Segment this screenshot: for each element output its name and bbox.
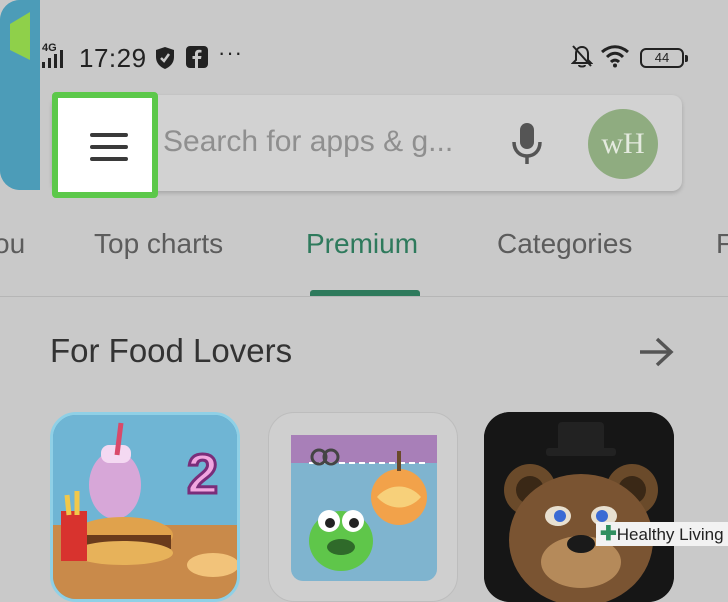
tab-premium[interactable]: Premium [306,228,418,260]
mute-bell-icon [571,45,593,68]
tab-for-you[interactable]: ou [0,228,25,260]
shield-icon [156,47,174,69]
network-type: 4G [42,42,57,54]
more-notifications: ··· [218,40,243,65]
app-badge: 2 [187,442,218,505]
section-title: For Food Lovers [50,332,293,369]
partial-app-art [0,0,40,190]
tab-partial[interactable]: F [716,228,728,260]
wifi-icon [601,45,629,68]
fnaf-art [484,412,674,602]
watermark-text: Healthy Living [616,525,724,544]
app-card-partial[interactable] [0,0,40,190]
clock: 17:29 [79,43,147,73]
avatar[interactable]: wH [588,109,658,179]
app-card-cooking-game[interactable]: 2 [50,412,240,602]
app-card-fnaf[interactable] [484,412,674,602]
cut-the-rope-art [291,435,437,581]
signal-icon: 4G [42,42,68,70]
hamburger-menu-icon[interactable] [52,92,158,198]
category-tabs: ou Top charts Premium Categories F [0,222,728,298]
plus-icon: ✚ [600,523,617,545]
divider [0,296,728,297]
microphone-icon[interactable] [507,120,547,168]
watermark: ✚Healthy Living [596,522,728,546]
app-card-cut-the-rope[interactable] [268,412,458,602]
status-bar: 4G 17:29 ··· 44 [0,30,728,86]
facebook-icon [186,46,208,68]
tab-top-charts[interactable]: Top charts [94,228,223,260]
battery-icon: 44 [640,48,688,68]
tab-categories[interactable]: Categories [497,228,632,260]
cooking-game-art: 2 [53,415,237,599]
arrow-right-icon[interactable] [636,334,676,370]
search-input[interactable]: Search for apps & g... [163,125,453,159]
